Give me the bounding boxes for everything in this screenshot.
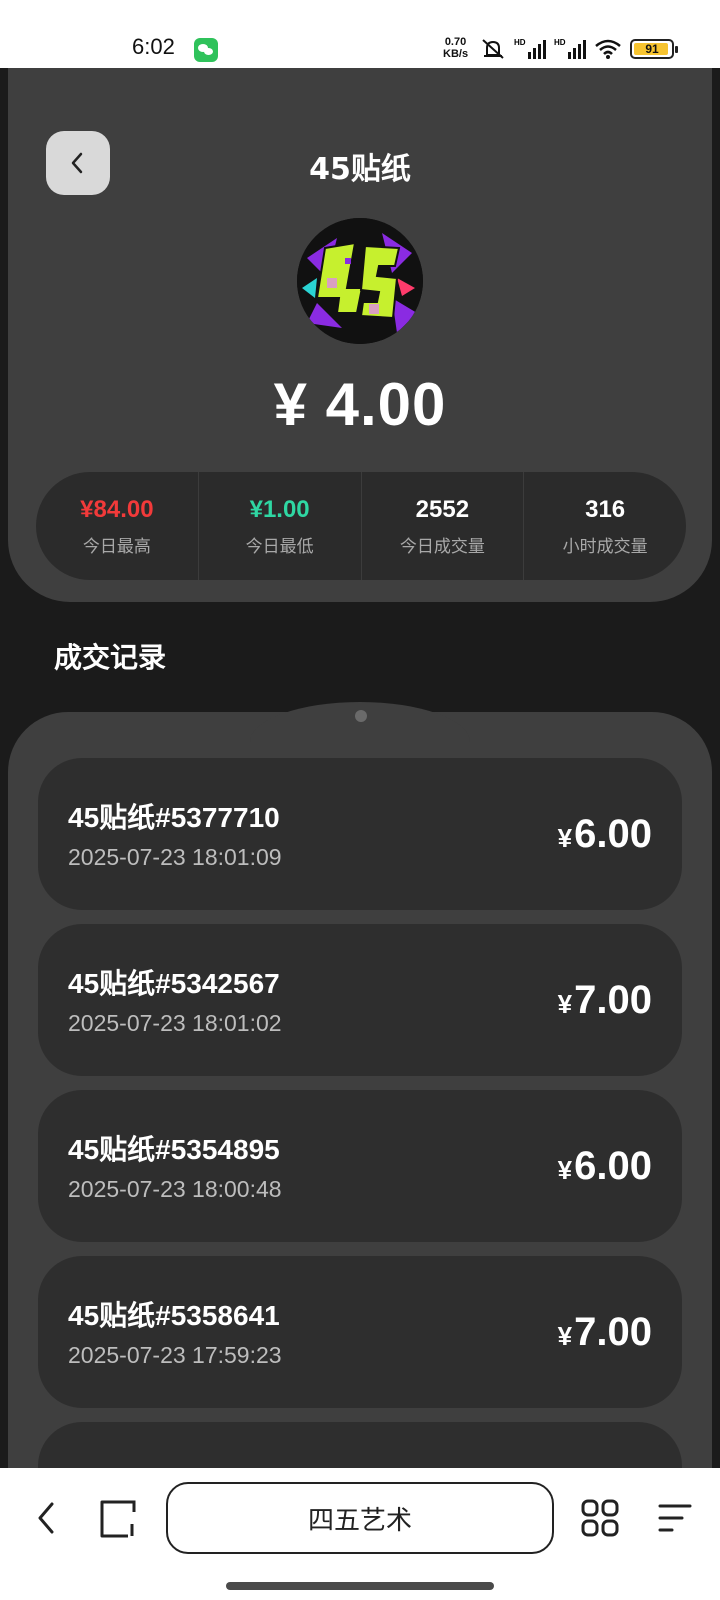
record-item[interactable]: 45贴纸#5354895 2025-07-23 18:00:48 ¥6.00 xyxy=(38,1090,682,1242)
battery-level: 91 xyxy=(645,42,659,56)
wechat-notification-icon xyxy=(194,38,218,62)
price-value: 7.00 xyxy=(574,978,652,1022)
stat-label: 今日成交量 xyxy=(399,536,485,557)
wifi-icon xyxy=(595,39,621,59)
record-time: 2025-07-23 18:01:09 xyxy=(68,844,282,870)
svg-text:HD: HD xyxy=(554,38,566,47)
bell-muted-icon xyxy=(482,39,504,59)
stat-value: ¥84.00 xyxy=(80,495,154,523)
chevron-left-icon[interactable] xyxy=(30,1498,64,1538)
address-bar[interactable]: 四五艺术 xyxy=(166,1482,554,1554)
panel-handle[interactable] xyxy=(355,710,367,722)
page-title: 45贴纸 xyxy=(309,152,411,187)
status-time: 6:02 xyxy=(132,34,175,59)
battery-icon: 91 xyxy=(630,39,678,59)
status-bar: 6:02 0.70 KB/s HD HD 91 xyxy=(0,0,720,68)
status-icons: HD HD 91 xyxy=(480,36,678,62)
home-indicator[interactable] xyxy=(226,1582,494,1590)
browser-bottom-bar: 四五艺术 xyxy=(0,1468,720,1600)
stat-label: 今日最高 xyxy=(82,536,151,557)
record-item[interactable]: 45贴纸#5377710 2025-07-23 18:01:09 ¥6.00 xyxy=(38,758,682,910)
stat-value: 316 xyxy=(585,495,626,523)
stat-today-high: ¥84.00 今日最高 xyxy=(36,472,199,580)
record-time: 2025-07-23 18:01:02 xyxy=(68,1010,282,1036)
network-speed-value: 0.70 xyxy=(444,36,467,48)
record-time: 2025-07-23 17:59:23 xyxy=(68,1342,282,1368)
stat-value: 2552 xyxy=(415,495,470,523)
record-name: 45贴纸#5377710 xyxy=(68,802,280,833)
address-text: 四五艺术 xyxy=(307,1505,412,1536)
svg-text:HD: HD xyxy=(514,38,526,47)
price-value: 6.00 xyxy=(574,1144,652,1188)
tabs-icon[interactable] xyxy=(98,1498,138,1540)
record-price: ¥6.00 xyxy=(558,1144,652,1189)
record-price: ¥6.00 xyxy=(558,812,652,857)
network-speed-unit: KB/s xyxy=(443,48,469,60)
stat-today-low: ¥1.00 今日最低 xyxy=(199,472,362,580)
current-price: ¥ 4.00 xyxy=(273,371,447,438)
stat-value: ¥1.00 xyxy=(249,495,310,523)
stats-bar: ¥84.00 今日最高 ¥1.00 今日最低 2552 今日成交量 316 小时… xyxy=(36,472,686,580)
stat-hour-volume: 316 小时成交量 xyxy=(524,472,686,580)
record-name: 45贴纸#5342567 xyxy=(68,968,280,999)
record-name: 45贴纸#5358641 xyxy=(68,1300,280,1331)
section-title: 成交记录 xyxy=(54,641,167,674)
stat-today-volume: 2552 今日成交量 xyxy=(362,472,525,580)
record-price: ¥7.00 xyxy=(558,1310,652,1355)
signal-icon-2: HD xyxy=(554,38,586,59)
stat-label: 今日最低 xyxy=(245,536,314,557)
network-speed: 0.70 KB/s xyxy=(443,36,468,60)
record-price: ¥7.00 xyxy=(558,978,652,1023)
apps-grid-icon[interactable] xyxy=(580,1498,620,1538)
record-time: 2025-07-23 18:00:48 xyxy=(68,1176,282,1202)
price-value: 7.00 xyxy=(574,1310,652,1354)
record-item[interactable]: 45贴纸#5358641 2025-07-23 17:59:23 ¥7.00 xyxy=(38,1256,682,1408)
panel-handle-area xyxy=(250,702,470,742)
menu-icon[interactable] xyxy=(656,1500,694,1536)
price-value: 6.00 xyxy=(574,812,652,856)
currency-symbol: ¥ xyxy=(557,989,573,1019)
collection-logo xyxy=(297,218,423,344)
currency-symbol: ¥ xyxy=(557,1321,573,1351)
stat-label: 小时成交量 xyxy=(562,536,648,557)
signal-icon: HD xyxy=(514,38,546,59)
currency-symbol: ¥ xyxy=(557,1155,573,1185)
record-name: 45贴纸#5354895 xyxy=(68,1134,280,1165)
record-item[interactable]: 45贴纸#5342567 2025-07-23 18:01:02 ¥7.00 xyxy=(38,924,682,1076)
currency-symbol: ¥ xyxy=(557,823,573,853)
